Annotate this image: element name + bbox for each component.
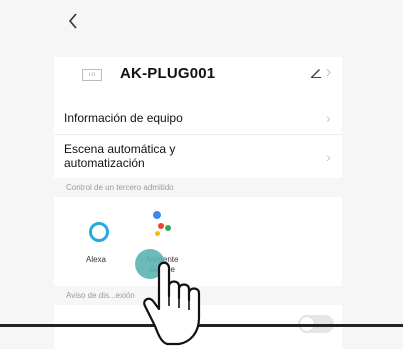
device-name: AK-PLUG001 [120, 65, 216, 82]
pencil-icon [311, 68, 331, 78]
device-info-label: Información de equipo [64, 111, 183, 125]
divider [54, 134, 342, 135]
alexa-label: Alexa [85, 255, 106, 264]
device-info-row[interactable]: Información de equipo › [54, 107, 342, 131]
chevron-right-icon: › [326, 110, 331, 126]
notification-section-title: Aviso de dis...exión [66, 291, 135, 300]
alexa-icon [89, 222, 109, 242]
automation-label: Escena automática y automatización [64, 142, 176, 170]
automation-row[interactable]: Escena automática y automatización › [54, 139, 342, 177]
edit-name-button[interactable] [310, 66, 334, 81]
device-row[interactable]: ıːıı AK-PLUG001 [54, 57, 342, 103]
third-party-section-title: Control de un tercero admitido [66, 183, 174, 192]
back-button[interactable] [68, 12, 88, 34]
third-party-section-header: Control de un tercero admitido [54, 178, 342, 197]
top-bar [0, 0, 403, 57]
pointing-hand-icon [143, 261, 201, 346]
chevron-right-icon: › [326, 149, 331, 165]
plug-icon: ıːıı [82, 69, 102, 81]
chevron-left-icon [68, 13, 77, 29]
